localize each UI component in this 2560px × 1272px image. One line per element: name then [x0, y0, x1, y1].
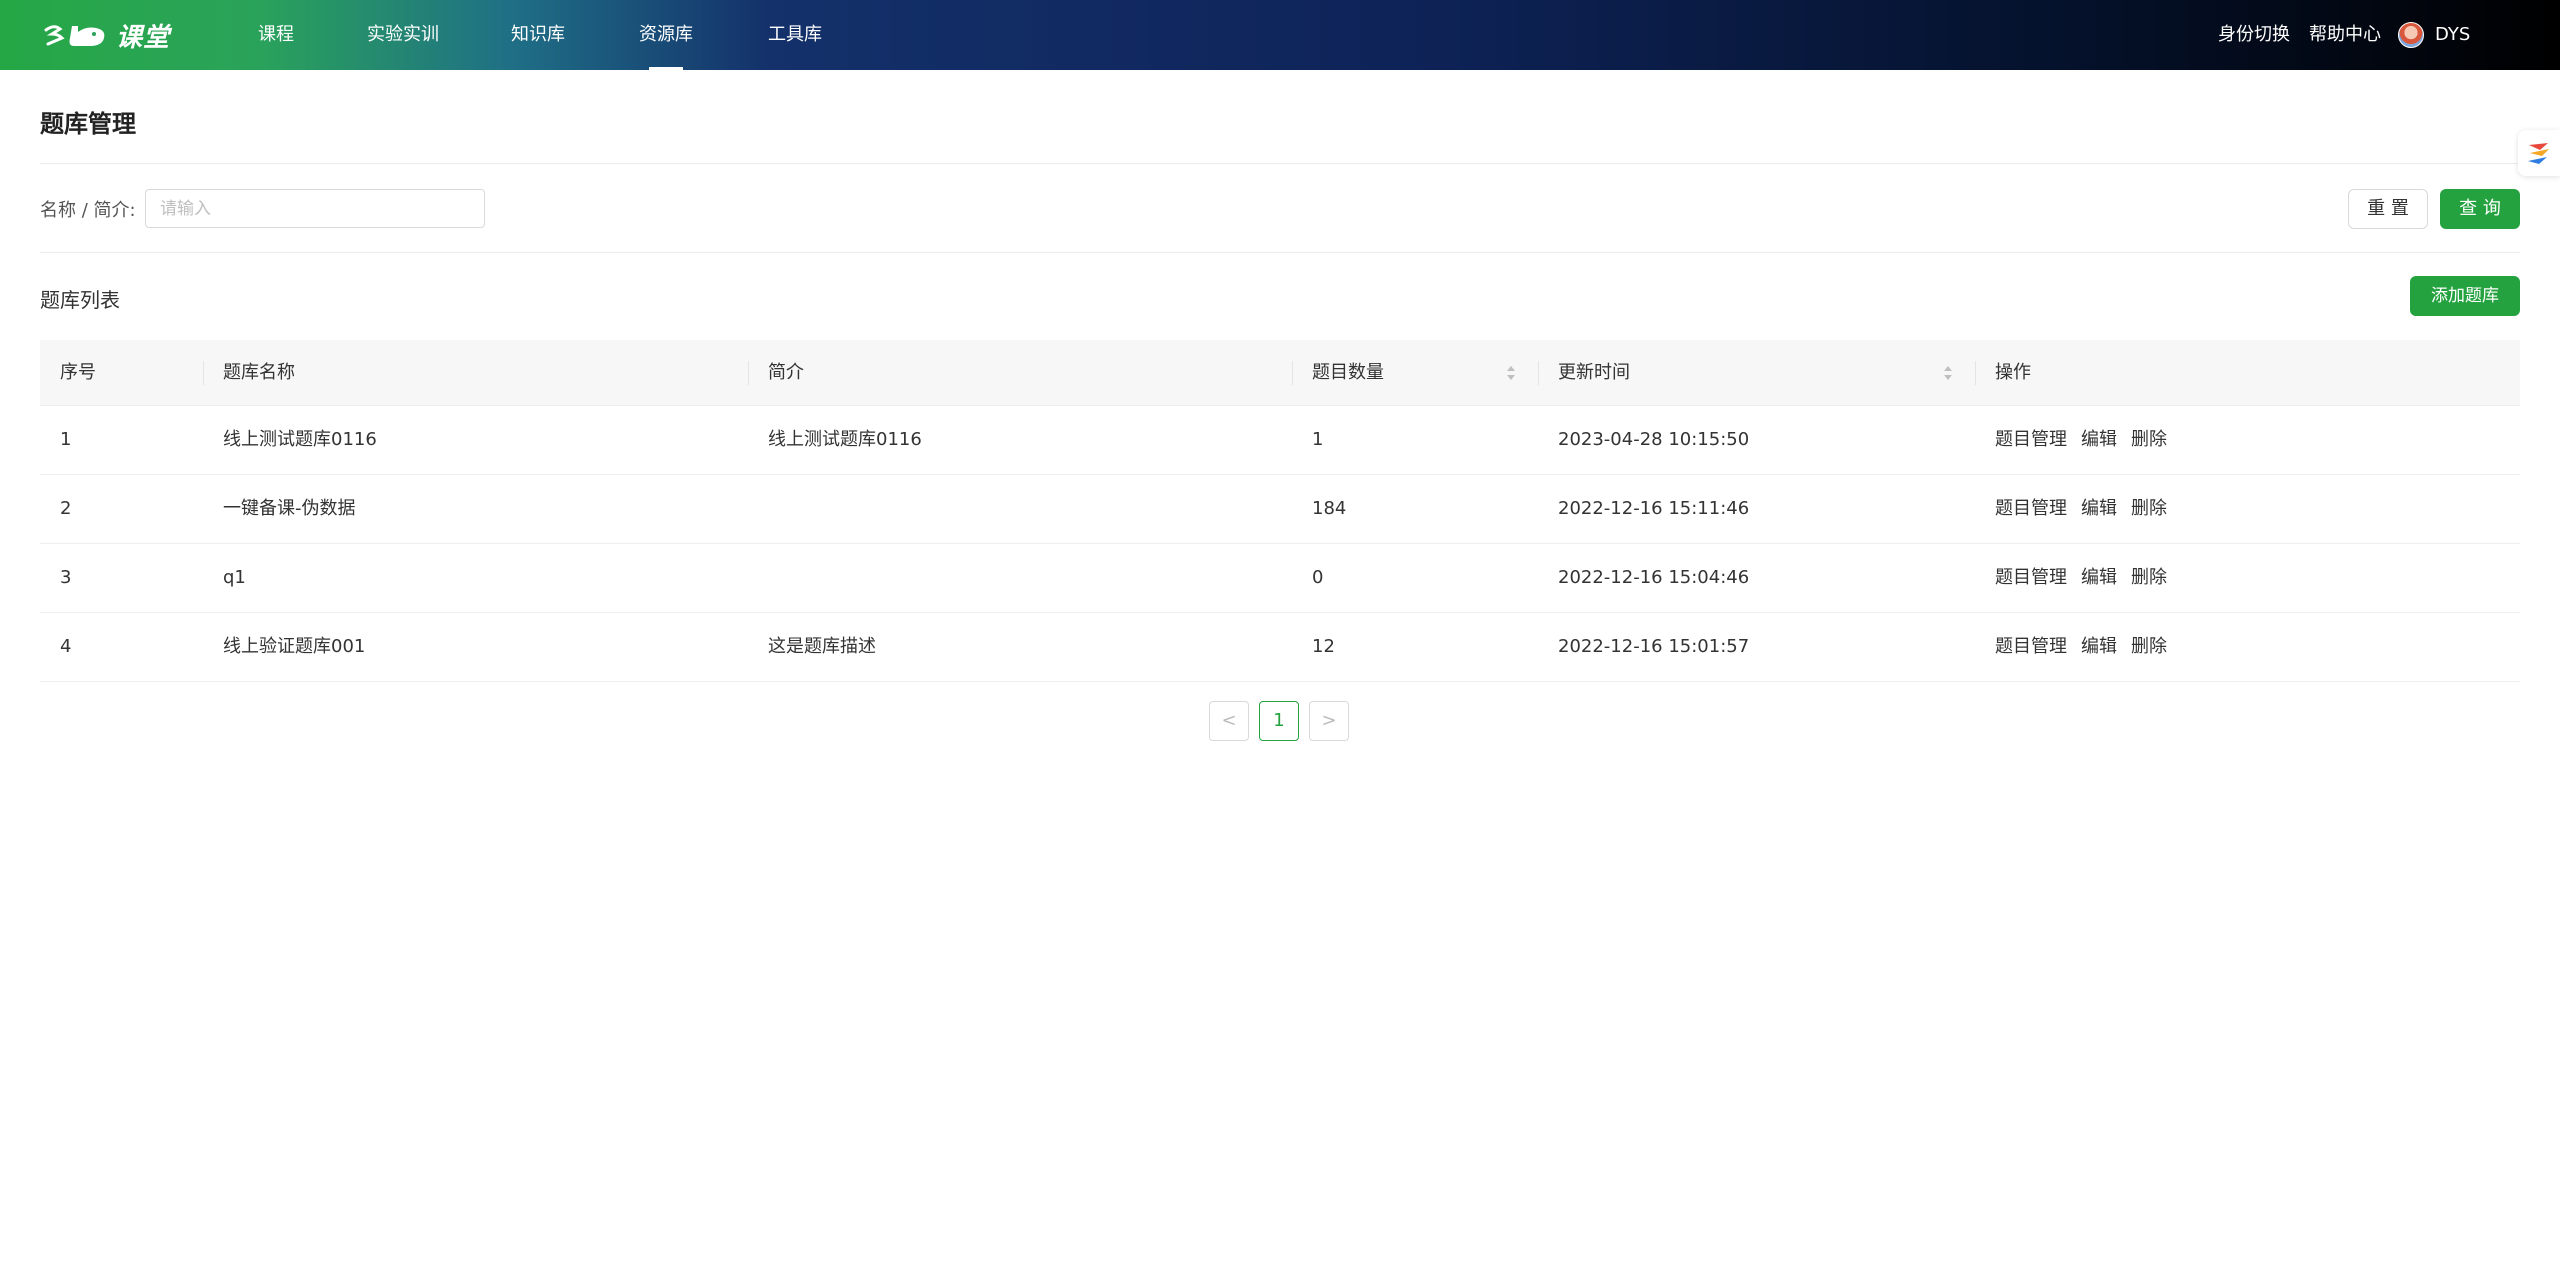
table-row: 4 线上验证题库001 这是题库描述 12 2022-12-16 15:01:5…	[40, 613, 2520, 682]
avatar[interactable]	[2398, 22, 2424, 48]
filter-divider	[40, 252, 2520, 253]
edit-link[interactable]: 编辑	[2081, 567, 2117, 588]
manage-questions-link[interactable]: 题目管理	[1995, 567, 2067, 588]
cell-count: 1	[1312, 429, 1324, 450]
cell-updated: 2022-12-16 15:04:46	[1558, 567, 1750, 588]
cell-updated: 2023-04-28 10:15:50	[1558, 429, 1750, 450]
name-desc-search-input[interactable]	[145, 189, 485, 228]
cell-actions: 题目管理 编辑 删除	[1995, 613, 2181, 681]
edit-link[interactable]: 编辑	[2081, 498, 2117, 519]
logo-mark-icon	[44, 25, 105, 46]
floating-assistant-widget[interactable]	[2518, 130, 2560, 176]
logo-text: 课堂	[116, 22, 171, 53]
assistant-icon	[2528, 143, 2549, 164]
nav-knowledge-base[interactable]: 知识库	[511, 0, 565, 70]
column-header-description: 简介	[768, 362, 804, 383]
cell-count: 184	[1312, 498, 1347, 519]
delete-link[interactable]: 删除	[2131, 636, 2167, 657]
column-header-count[interactable]: 题目数量	[1312, 340, 1384, 406]
cell-index: 1	[60, 429, 72, 450]
page-1-button[interactable]: 1	[1259, 701, 1299, 741]
manage-questions-link[interactable]: 题目管理	[1995, 498, 2067, 519]
add-question-bank-button[interactable]: 添加题库	[2410, 276, 2520, 316]
column-header-index: 序号	[60, 362, 96, 383]
cell-updated: 2022-12-16 15:11:46	[1558, 498, 1750, 519]
help-center-link[interactable]: 帮助中心	[2309, 0, 2381, 70]
nav-tool-library[interactable]: 工具库	[768, 0, 822, 70]
column-header-name: 题库名称	[223, 362, 295, 383]
cell-index: 2	[60, 498, 72, 519]
cell-description: 这是题库描述	[768, 636, 876, 657]
table-row: 3 q1 0 2022-12-16 15:04:46 题目管理 编辑 删除	[40, 544, 2520, 613]
next-page-button[interactable]: >	[1309, 701, 1349, 741]
column-separator	[1538, 361, 1539, 385]
cell-name: q1	[223, 567, 246, 588]
filter-label: 名称 / 简介:	[40, 200, 136, 221]
delete-link[interactable]: 删除	[2131, 498, 2167, 519]
query-button[interactable]: 查 询	[2440, 189, 2520, 229]
cell-actions: 题目管理 编辑 删除	[1995, 544, 2181, 612]
nav-lab-training[interactable]: 实验实训	[367, 0, 439, 70]
nav-resource-library[interactable]: 资源库	[639, 0, 693, 70]
list-title: 题库列表	[40, 288, 120, 312]
cell-count: 0	[1312, 567, 1324, 588]
column-separator	[1975, 361, 1976, 385]
logo[interactable]: 课堂	[42, 16, 170, 54]
sort-count-icon[interactable]	[1506, 364, 1516, 382]
edit-link[interactable]: 编辑	[2081, 429, 2117, 450]
sort-updated-icon[interactable]	[1943, 364, 1953, 382]
delete-link[interactable]: 删除	[2131, 567, 2167, 588]
prev-page-button[interactable]: <	[1209, 701, 1249, 741]
table-row: 2 一键备课-伪数据 184 2022-12-16 15:11:46 题目管理编…	[40, 475, 2520, 544]
reset-button[interactable]: 重 置	[2348, 189, 2428, 229]
table-row: 1 线上测试题库0116 线上测试题库0116 1 2023-04-28 10:…	[40, 406, 2520, 475]
username[interactable]: DYS	[2435, 0, 2470, 70]
cell-actions: 题目管理 编辑 删除	[1995, 475, 2181, 543]
manage-questions-link[interactable]: 题目管理	[1995, 636, 2067, 657]
title-divider	[40, 163, 2520, 164]
cell-actions: 题目管理 编辑 删除	[1995, 406, 2181, 474]
question-bank-table: 序号 题库名称 简介 题目数量 更新时间 操作 1 线上测试题库0116 线上测…	[40, 340, 2520, 682]
column-header-updated[interactable]: 更新时间	[1558, 340, 1630, 406]
cell-name: 线上验证题库001	[223, 636, 366, 657]
cell-index: 4	[60, 636, 72, 657]
column-separator	[1292, 361, 1293, 385]
cell-name: 一键备课-伪数据	[223, 498, 356, 519]
cell-count: 12	[1312, 636, 1335, 657]
nav-resource-library-label: 资源库	[639, 24, 693, 45]
top-navigation-bar: 课堂 课程 实验实训 知识库 资源库 工具库 身份切换 帮助中心 DYS	[0, 0, 2560, 70]
cell-updated: 2022-12-16 15:01:57	[1558, 636, 1750, 657]
nav-course[interactable]: 课程	[258, 0, 294, 70]
edit-link[interactable]: 编辑	[2081, 636, 2117, 657]
cell-index: 3	[60, 567, 72, 588]
column-separator	[748, 361, 749, 385]
identity-switch-link[interactable]: 身份切换	[2218, 0, 2290, 70]
page-title: 题库管理	[40, 110, 136, 138]
column-separator	[203, 361, 204, 385]
cell-description: 线上测试题库0116	[768, 429, 922, 450]
delete-link[interactable]: 删除	[2131, 429, 2167, 450]
cell-name: 线上测试题库0116	[223, 429, 377, 450]
table-header: 序号 题库名称 简介 题目数量 更新时间 操作	[40, 340, 2520, 406]
column-header-actions: 操作	[1995, 362, 2031, 383]
manage-questions-link[interactable]: 题目管理	[1995, 429, 2067, 450]
